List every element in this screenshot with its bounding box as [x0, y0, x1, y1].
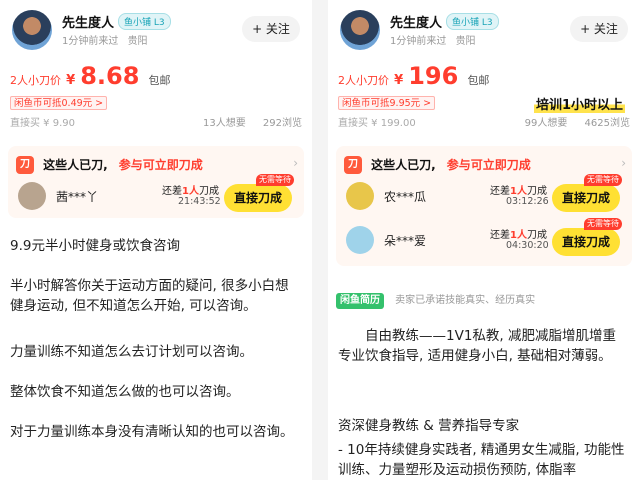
user-name: 朵***爱	[384, 234, 427, 248]
cut-row: 茜***丫 还差1人刀成 21:43:52 直接刀成 无需等待	[16, 174, 296, 216]
knife-icon: 刀	[344, 155, 362, 174]
seller-name[interactable]: 先生度人	[62, 12, 114, 31]
price-row: 2人小刀价 ¥ 8.68 包邮	[10, 62, 171, 92]
direct-cut-button[interactable]: 直接刀成	[224, 184, 292, 212]
seller-avatar[interactable]	[12, 10, 52, 50]
no-wait-tag: 无需等待	[256, 174, 294, 186]
user-name: 农***瓜	[384, 190, 427, 204]
desc-line-1: 自由教练——1V1私教, 减肥减脂增肌增重专业饮食指导, 适用健身小白, 基础相…	[338, 328, 616, 364]
remain-text: 还差1人刀成	[162, 182, 219, 197]
follow-button[interactable]: + 关注	[570, 16, 628, 42]
user-name: 茜***丫	[56, 190, 99, 204]
desc-line-4: 整体饮食不知道怎么做的也可以咨询。	[10, 384, 240, 400]
wants-count: 99人想要	[524, 118, 568, 129]
price-suffix: 包邮	[467, 74, 490, 87]
direct-buy-price: 直接买 ¥ 199.00	[338, 118, 416, 129]
chevron-right-icon[interactable]: ›	[293, 156, 298, 170]
seller-header: 先生度人 鱼小铺 L3 1分钟前来过 贵阳 + 关注	[8, 10, 304, 54]
cut-card-title: 这些人已刀,	[43, 158, 108, 172]
user-avatar	[346, 226, 374, 254]
listing-stats: 99人想要 4625浏览	[511, 114, 630, 129]
desc-line-1: 9.9元半小时健身或饮食咨询	[10, 238, 180, 254]
desc-line-3: 力量训练不知道怎么去订计划可以咨询。	[10, 344, 253, 360]
no-wait-tag: 无需等待	[584, 218, 622, 230]
desc-line-2: 资深健身教练 & 营养指导专家	[338, 418, 520, 434]
user-avatar	[346, 182, 374, 210]
cut-row: 农***瓜 还差1人刀成 03:12:26 直接刀成 无需等待	[344, 174, 624, 216]
highlight-annotation: 培训1小时以上	[534, 94, 626, 113]
desc-line-2: 半小时解答你关于运动方面的疑问, 很多小白想健身运动, 但不知道怎么开始, 可以…	[10, 278, 289, 314]
knife-icon: 刀	[16, 155, 34, 174]
cut-card-header: 刀 这些人已刀, 参与可立即刀成	[344, 154, 640, 174]
cut-card[interactable]: 刀 这些人已刀, 参与可立即刀成 › 农***瓜 还差1人刀成 03:12:26…	[336, 146, 632, 266]
countdown-time: 21:43:52	[178, 196, 221, 207]
cut-card-subtitle: 参与可立即刀成	[446, 158, 531, 172]
last-seen: 1分钟前来过	[390, 36, 447, 47]
no-wait-tag: 无需等待	[584, 174, 622, 186]
wants-count: 13人想要	[202, 118, 246, 129]
direct-cut-button[interactable]: 直接刀成	[552, 228, 620, 256]
coupon-tag[interactable]: 闲鱼币可抵9.95元 >	[338, 96, 436, 110]
direct-cut-button[interactable]: 直接刀成	[552, 184, 620, 212]
cut-card-title: 这些人已刀,	[371, 158, 436, 172]
price-suffix: 包邮	[148, 74, 171, 87]
seller-meta: 1分钟前来过 贵阳	[62, 32, 148, 47]
seller-meta: 1分钟前来过 贵阳	[390, 32, 476, 47]
coupon-tag[interactable]: 闲鱼币可抵0.49元 >	[10, 96, 108, 110]
chevron-right-icon[interactable]: ›	[621, 156, 626, 170]
cut-card[interactable]: 刀 这些人已刀, 参与可立即刀成 › 茜***丫 还差1人刀成 21:43:52…	[8, 146, 304, 218]
seller-header: 先生度人 鱼小铺 L3 1分钟前来过 贵阳 + 关注	[336, 10, 632, 54]
price-label: 2人小刀价	[10, 74, 61, 87]
cut-card-header: 刀 这些人已刀, 参与可立即刀成	[16, 154, 312, 174]
views-count: 4625浏览	[584, 118, 630, 129]
price-currency: ¥	[394, 73, 404, 88]
last-seen: 1分钟前来过	[62, 36, 119, 47]
resume-badge: 闲鱼简历	[336, 293, 384, 309]
panel-divider	[312, 0, 328, 480]
seller-avatar[interactable]	[340, 10, 380, 50]
countdown-time: 03:12:26	[506, 196, 549, 207]
seller-level-badge: 鱼小铺 L3	[446, 13, 499, 30]
desc-line-5: 对于力量训练本身没有清晰认知的也可以咨询。	[10, 424, 294, 440]
listing-stats: 13人想要 292浏览	[189, 114, 302, 129]
cut-row: 朵***爱 还差1人刀成 04:30:20 直接刀成 无需等待	[344, 218, 624, 260]
follow-button[interactable]: + 关注	[242, 16, 300, 42]
desc-line-3: - 10年持续健身实践者, 精通男女生减脂, 功能性训练、力量塑形及运动损伤预防…	[338, 442, 625, 478]
views-count: 292浏览	[262, 118, 302, 129]
resume-row[interactable]: 闲鱼简历 卖家已承诺技能真实、经历真实	[336, 288, 536, 309]
direct-buy-price: 直接买 ¥ 9.90	[10, 118, 75, 129]
user-avatar	[18, 182, 46, 210]
seller-level-badge: 鱼小铺 L3	[118, 13, 171, 30]
remain-text: 还差1人刀成	[490, 182, 547, 197]
resume-text: 卖家已承诺技能真实、经历真实	[395, 295, 536, 306]
seller-name[interactable]: 先生度人	[390, 12, 442, 31]
price-value: 8.68	[80, 62, 140, 90]
listing-panel-right: 先生度人 鱼小铺 L3 1分钟前来过 贵阳 + 关注 2人小刀价 ¥ 196 包…	[328, 0, 640, 480]
remain-text: 还差1人刀成	[490, 226, 547, 241]
location: 贵阳	[455, 36, 476, 47]
cut-card-subtitle: 参与可立即刀成	[118, 158, 203, 172]
price-label: 2人小刀价	[338, 74, 389, 87]
countdown-time: 04:30:20	[506, 240, 549, 251]
listing-panel-left: 先生度人 鱼小铺 L3 1分钟前来过 贵阳 + 关注 2人小刀价 ¥ 8.68 …	[0, 0, 312, 480]
location: 贵阳	[127, 36, 148, 47]
price-currency: ¥	[66, 73, 76, 88]
price-value: 196	[408, 62, 459, 90]
price-row: 2人小刀价 ¥ 196 包邮	[338, 62, 489, 92]
